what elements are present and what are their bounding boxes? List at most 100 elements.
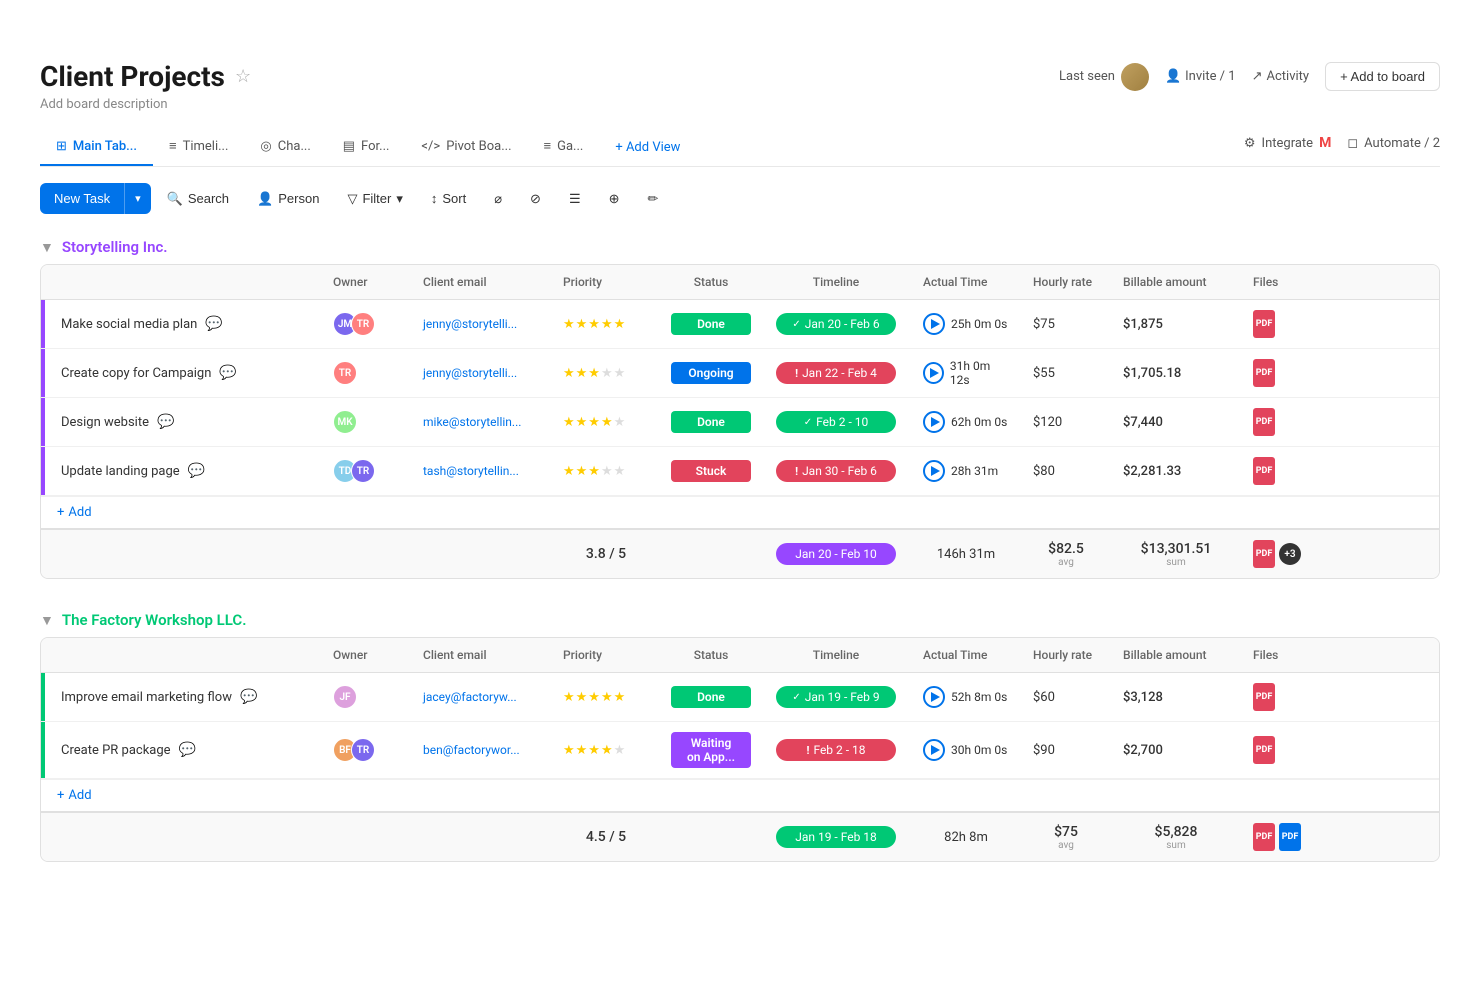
play-button[interactable]	[923, 313, 945, 335]
status-badge[interactable]: Done	[671, 313, 751, 335]
col-header-status: Status	[661, 638, 761, 672]
tab-chart[interactable]: ◎ Cha...	[244, 129, 326, 166]
settings-button[interactable]: ✏	[636, 185, 671, 213]
play-button[interactable]	[923, 686, 945, 708]
pdf-icon[interactable]: PDF	[1253, 823, 1275, 851]
hide-button[interactable]: ⊘	[518, 185, 553, 213]
email-link[interactable]: jacey@factoryw...	[423, 690, 517, 704]
timeline-badge[interactable]: ! Jan 30 - Feb 6	[776, 460, 896, 482]
comment-icon[interactable]: 💬	[219, 365, 236, 381]
activity-button[interactable]: ↗ Activity	[1252, 69, 1309, 84]
summary-time-value: 146h 31m	[923, 547, 1009, 562]
stars[interactable]: ★★★★★	[563, 317, 626, 332]
status-badge[interactable]: Done	[671, 411, 751, 433]
comment-icon[interactable]: 💬	[179, 742, 196, 758]
status-badge[interactable]: Waiting on App...	[671, 732, 751, 768]
task-name[interactable]: Make social media plan	[61, 317, 197, 332]
avatar-owner2: TR	[351, 459, 375, 483]
group-name-storytelling[interactable]: Storytelling Inc.	[62, 238, 168, 256]
filter-button[interactable]: ▽ Filter ▾	[335, 185, 414, 213]
comment-icon[interactable]: 💬	[157, 414, 174, 430]
add-task-button-factory[interactable]: + Add	[41, 779, 1439, 811]
col-header-actual-time: Actual Time	[911, 265, 1021, 299]
status-badge[interactable]: Ongoing	[671, 362, 751, 384]
group-by-button[interactable]: ⊕	[597, 185, 632, 213]
stars[interactable]: ★★★★★	[563, 690, 626, 705]
automate-button[interactable]: ◻ Automate / 2	[1347, 136, 1440, 151]
stars[interactable]: ★★★★★	[563, 464, 626, 479]
group-toggle-storytelling[interactable]: ▼	[40, 239, 54, 256]
new-task-button[interactable]: New Task	[40, 183, 124, 214]
col-header-timeline: Timeline	[761, 638, 911, 672]
board-description[interactable]: Add board description	[40, 97, 1440, 112]
add-task-button[interactable]: + Add	[41, 496, 1439, 528]
email-link[interactable]: mike@storytellin...	[423, 415, 521, 429]
pdf-icon[interactable]: PDF	[1253, 408, 1275, 436]
task-name[interactable]: Design website	[61, 415, 149, 430]
stars[interactable]: ★★★★★	[563, 415, 626, 430]
add-to-board-button[interactable]: + Add to board	[1325, 62, 1440, 91]
status-badge[interactable]: Done	[671, 686, 751, 708]
stars[interactable]: ★★★★★	[563, 366, 626, 381]
pdf-icon[interactable]: PDF	[1253, 310, 1275, 338]
integrate-button[interactable]: ⚙ Integrate M	[1244, 135, 1331, 151]
col-header-actual-time: Actual Time	[911, 638, 1021, 672]
group-toggle-factory[interactable]: ▼	[40, 612, 54, 629]
pdf-icon[interactable]: PDF	[1253, 457, 1275, 485]
hourly-rate-cell: $75	[1021, 307, 1111, 342]
add-view-button[interactable]: + Add View	[599, 130, 696, 165]
timeline-badge[interactable]: ! Jan 22 - Feb 4	[776, 362, 896, 384]
tab-main-table[interactable]: ⊞ Main Tab...	[40, 129, 153, 166]
timeline-badge[interactable]: ✓ Feb 2 - 10	[776, 411, 896, 433]
last-seen: Last seen	[1059, 63, 1149, 91]
task-name[interactable]: Create PR package	[61, 743, 171, 758]
invite-button[interactable]: 👤 Invite / 1	[1165, 69, 1236, 84]
comment-icon[interactable]: 💬	[205, 316, 222, 332]
person-button[interactable]: 👤 Person	[245, 185, 331, 213]
email-link[interactable]: jenny@storytelli...	[423, 366, 517, 380]
play-button[interactable]	[923, 460, 945, 482]
filter-dropdown-icon: ▾	[396, 191, 403, 207]
email-link[interactable]: ben@factorywor...	[423, 743, 520, 757]
tab-gantt[interactable]: ≡ Ga...	[528, 128, 600, 166]
hourly-rate: $55	[1033, 366, 1055, 381]
filter-icon: ▽	[347, 191, 357, 207]
play-button[interactable]	[923, 411, 945, 433]
favorite-icon[interactable]: ☆	[235, 66, 251, 87]
new-task-dropdown-button[interactable]: ▾	[124, 183, 151, 214]
pdf-icon2[interactable]: PDF	[1279, 823, 1301, 851]
email-cell: ben@factorywor...	[411, 733, 551, 767]
group-name-factory[interactable]: The Factory Workshop LLC.	[62, 611, 247, 629]
stars[interactable]: ★★★★★	[563, 743, 626, 758]
pdf-icon[interactable]: PDF	[1253, 683, 1275, 711]
pdf-icon[interactable]: PDF	[1253, 540, 1275, 568]
email-link[interactable]: jenny@storytelli...	[423, 317, 517, 331]
timeline-badge[interactable]: ✓ Jan 19 - Feb 9	[776, 686, 896, 708]
play-button[interactable]	[923, 362, 944, 384]
task-name[interactable]: Improve email marketing flow	[61, 690, 232, 705]
summary-rate-label: avg	[1033, 840, 1099, 851]
pdf-icon[interactable]: PDF	[1253, 359, 1275, 387]
hourly-rate-cell: $120	[1021, 405, 1111, 440]
row-height-button[interactable]: ☰	[557, 185, 593, 213]
task-name[interactable]: Create copy for Campaign	[61, 366, 211, 381]
task-name[interactable]: Update landing page	[61, 464, 180, 479]
tab-timeline[interactable]: ≡ Timeli...	[153, 128, 244, 166]
status-badge[interactable]: Stuck	[671, 460, 751, 482]
timeline-cell: ✓ Jan 19 - Feb 9	[761, 676, 911, 718]
pdf-icon[interactable]: PDF	[1253, 736, 1275, 764]
timeline-badge[interactable]: ! Feb 2 - 18	[776, 739, 896, 761]
timeline-badge[interactable]: ✓ Jan 20 - Feb 6	[776, 313, 896, 335]
email-link[interactable]: tash@storytellin...	[423, 464, 519, 478]
tab-pivot-board[interactable]: </> Pivot Boa...	[405, 129, 527, 166]
hourly-rate-cell: $55	[1021, 356, 1111, 391]
link-icon-button[interactable]: ⌀	[482, 185, 514, 213]
sort-button[interactable]: ↕ Sort	[419, 185, 478, 212]
comment-icon[interactable]: 💬	[240, 689, 257, 705]
tab-form[interactable]: ▤ For...	[327, 129, 406, 166]
link-icon: ⌀	[494, 191, 502, 207]
search-button[interactable]: 🔍 Search	[155, 185, 241, 213]
comment-icon[interactable]: 💬	[188, 463, 205, 479]
actual-time-cell: 25h 0m 0s	[911, 303, 1021, 345]
play-button[interactable]	[923, 739, 945, 761]
